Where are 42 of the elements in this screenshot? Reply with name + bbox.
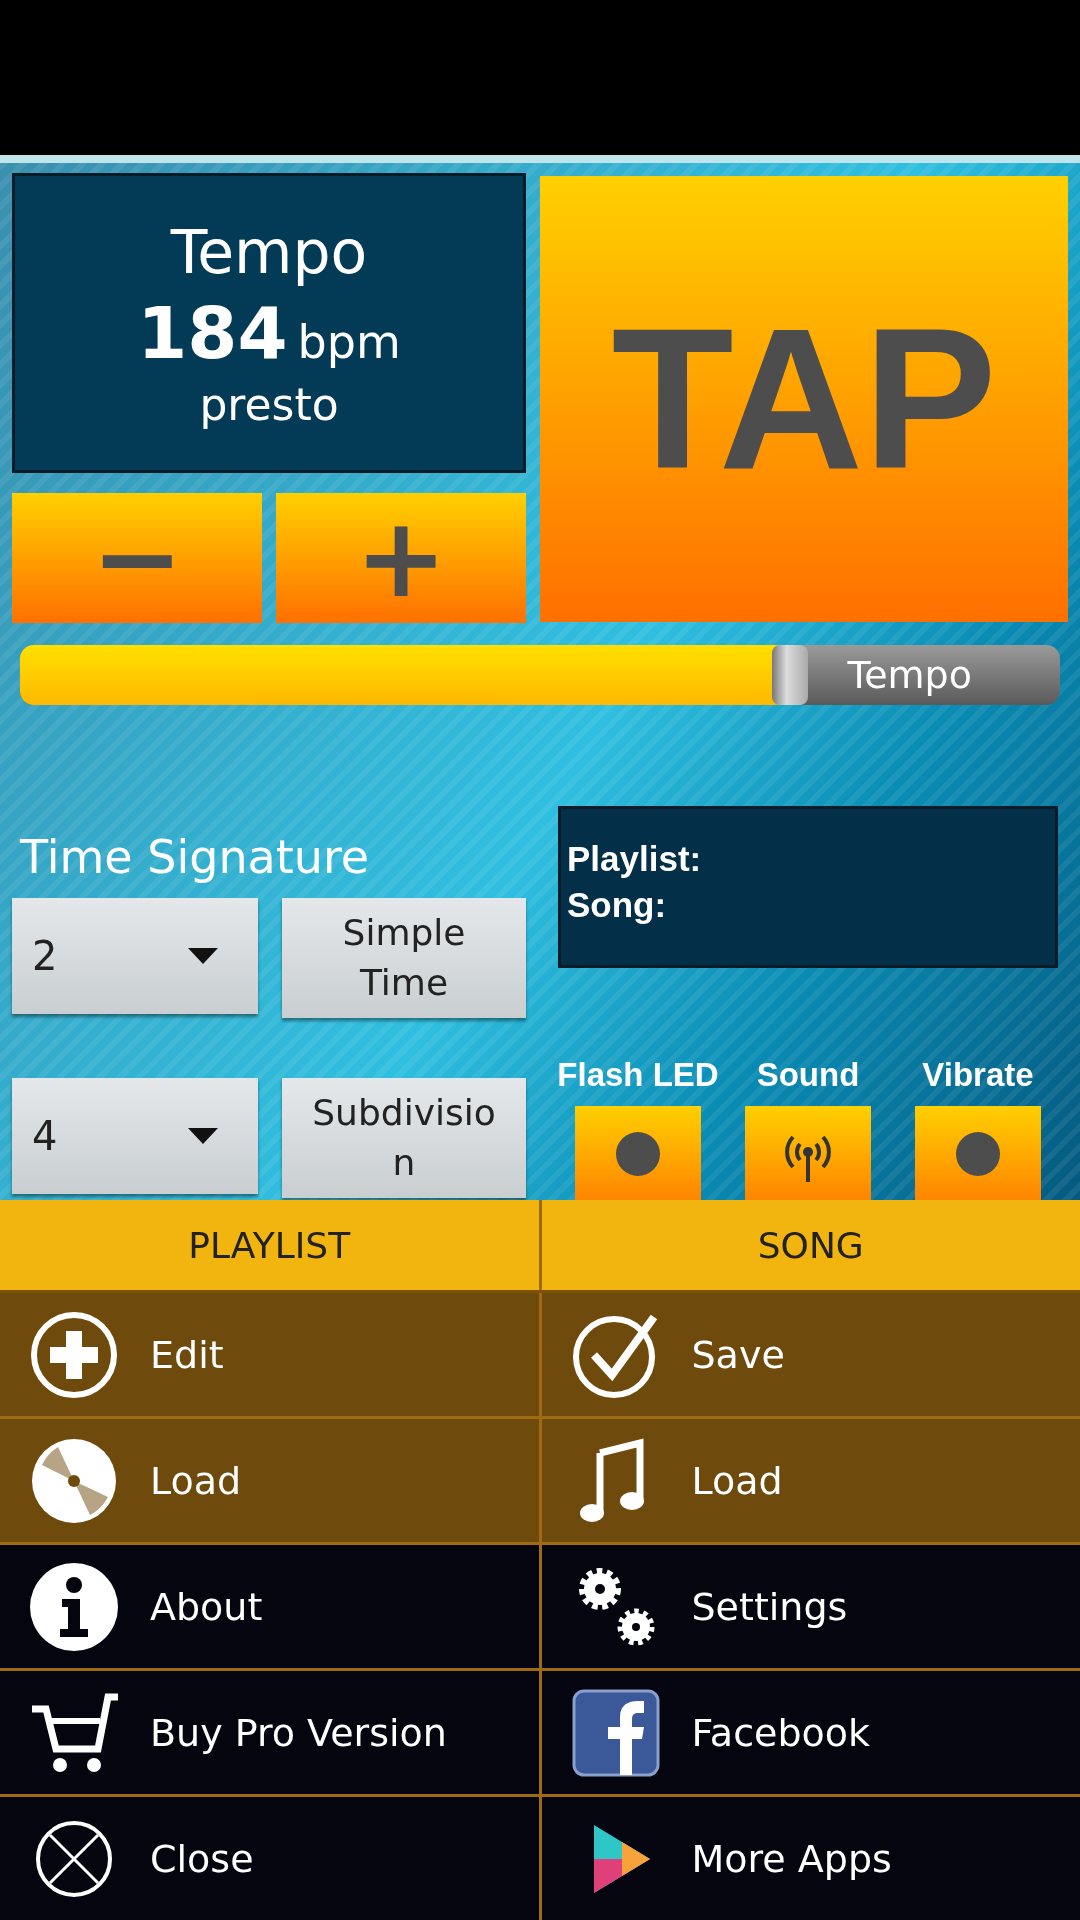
tempo-marking: presto [199,378,339,430]
info-label: Playlist: [567,839,703,879]
tap-button[interactable]: TAP [540,176,1068,622]
menu-item[interactable]: Load [0,1419,539,1542]
caret-icon [188,948,218,964]
menu-item[interactable]: Buy Pro Version [0,1671,539,1794]
caret-icon [188,1128,218,1144]
toggle-label: Vibrate [922,1056,1034,1094]
toggle-label: Flash LED [557,1056,719,1094]
column-header: SONG [538,1200,1080,1290]
toggle-button[interactable] [745,1106,871,1200]
section-title: Time Signature [20,830,371,884]
option-button[interactable]: Simple Time [282,898,526,1018]
menu-item[interactable]: More Apps [538,1797,1080,1920]
dropdown[interactable]: 4 [12,1078,258,1194]
toggle-button[interactable] [915,1106,1041,1200]
tempo-slider[interactable]: Tempo [20,645,1060,705]
slider-label: Tempo [847,653,972,697]
dropdown-value: 2 [32,933,58,979]
tempo-title: Tempo [170,216,368,287]
decrease-button[interactable]: − [12,493,262,623]
option-button[interactable]: Subdivision [282,1078,526,1198]
menu-item[interactable]: About [0,1545,539,1668]
column-header: PLAYLIST [187,1223,352,1268]
toggle-button[interactable] [575,1106,701,1200]
tempo-value: 184 [137,290,288,375]
info-label: Song: [567,885,668,925]
tempo-unit: bpm [297,314,401,369]
info-icon [28,1560,120,1653]
menu-item[interactable]: Facebook [538,1671,1080,1794]
menu-item[interactable]: Save [538,1293,1080,1416]
menu-item[interactable]: Close [0,1797,539,1920]
menu-item[interactable]: Load [538,1419,1080,1542]
slider-thumb[interactable] [771,645,808,705]
dropdown[interactable]: 2 [12,898,258,1014]
dot-icon [956,1132,1000,1176]
increase-button[interactable]: + [276,493,526,623]
dot-icon [616,1132,660,1176]
dropdown-value: 4 [32,1113,58,1159]
toggle-label: Sound [756,1056,860,1094]
menu-item[interactable]: Settings [538,1545,1080,1668]
menu-item[interactable]: Edit [0,1293,539,1416]
